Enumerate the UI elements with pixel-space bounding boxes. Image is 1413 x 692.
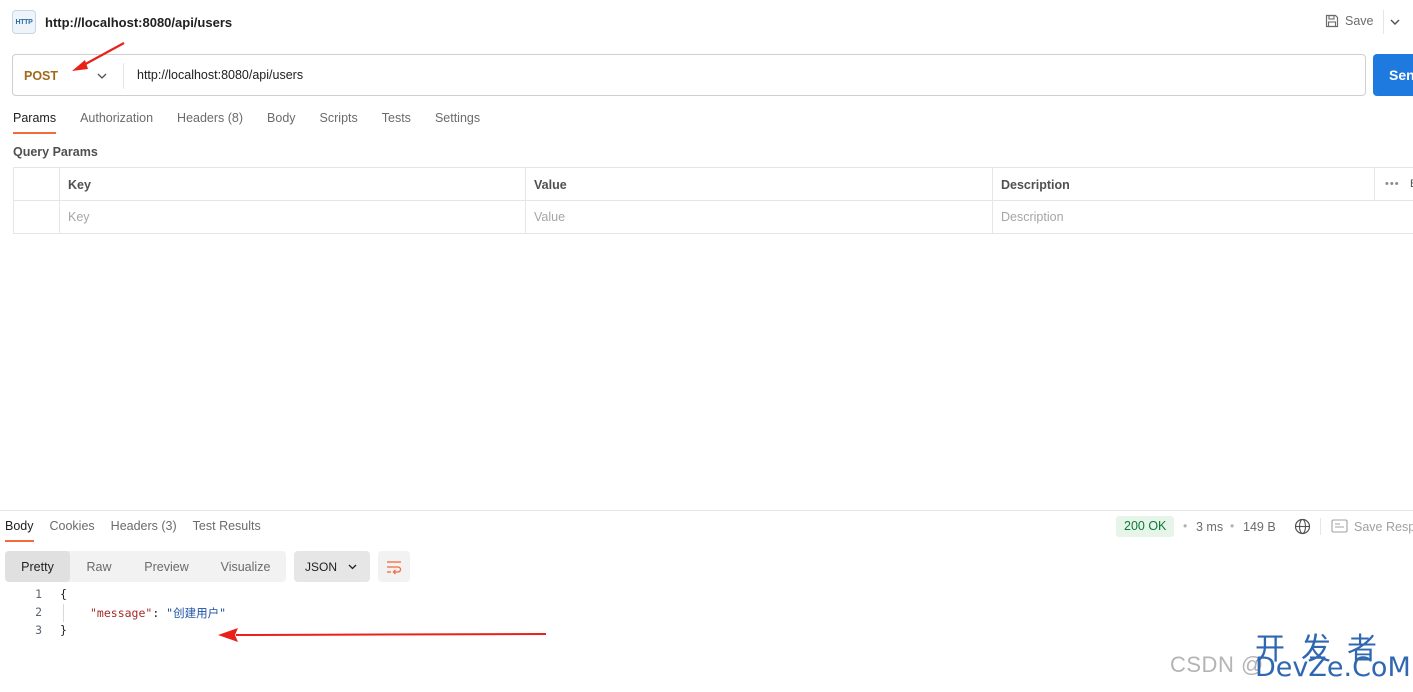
watermark-brand-en: DevZe.CoM (1255, 652, 1411, 683)
save-response-button[interactable]: Save Resp (1354, 520, 1413, 534)
tab-scripts[interactable]: Scripts (320, 111, 358, 133)
column-header-value: Value (526, 168, 993, 201)
send-button[interactable]: Sen (1373, 54, 1413, 96)
view-raw-button[interactable]: Raw (70, 551, 128, 582)
code-text: { (60, 587, 67, 601)
format-label: JSON (305, 560, 338, 574)
globe-icon[interactable] (1294, 518, 1311, 535)
json-colon: : (152, 606, 167, 620)
code-text: "message": "创建用户" (90, 605, 226, 621)
view-preview-button[interactable]: Preview (128, 551, 205, 582)
code-line: 1 { (0, 587, 600, 605)
save-button[interactable]: Save (1324, 13, 1374, 29)
code-line: 3 } (0, 623, 600, 641)
column-header-description: Description (993, 168, 1375, 201)
pane-divider[interactable] (0, 510, 1413, 511)
request-tabs: Params Authorization Headers (8) Body Sc… (13, 111, 504, 134)
view-mode-segmented-control: Pretty Raw Preview Visualize (5, 551, 286, 582)
status-badge[interactable]: 200 OK (1116, 516, 1175, 537)
tab-tests[interactable]: Tests (382, 111, 411, 133)
tab-response-body[interactable]: Body (5, 519, 34, 542)
indent-guide (63, 604, 64, 622)
save-label: Save (1345, 14, 1374, 28)
line-number: 2 (35, 605, 42, 619)
row-checkbox[interactable] (14, 201, 60, 234)
tab-authorization[interactable]: Authorization (80, 111, 153, 133)
http-request-icon: HTTP (12, 10, 36, 34)
tab-test-results[interactable]: Test Results (193, 519, 261, 533)
save-icon (1325, 14, 1339, 28)
code-line: 2 "message": "创建用户" (0, 605, 600, 623)
query-params-title: Query Params (13, 145, 98, 159)
divider (1320, 518, 1321, 535)
format-select[interactable]: JSON (294, 551, 370, 582)
tab-headers[interactable]: Headers (8) (177, 111, 243, 133)
tab-cookies[interactable]: Cookies (50, 519, 95, 533)
more-options-icon[interactable]: ••• (1385, 178, 1400, 190)
json-key: "message" (90, 606, 153, 620)
watermark-csdn: CSDN @ (1170, 652, 1264, 677)
param-description-input[interactable]: Description (993, 201, 1413, 234)
url-bar: POST http://localhost:8080/api/users (12, 54, 1366, 96)
response-time[interactable]: 3 ms (1196, 520, 1223, 534)
divider (1383, 10, 1384, 34)
response-size[interactable]: 149 B (1243, 520, 1276, 534)
line-number: 3 (35, 623, 42, 637)
url-input[interactable]: http://localhost:8080/api/users (137, 68, 303, 82)
line-number: 1 (35, 587, 42, 601)
divider (123, 63, 124, 89)
separator-dot: • (1183, 519, 1188, 533)
table-header-row: Key Value Description ••• B (14, 168, 1413, 201)
chevron-down-icon[interactable] (96, 70, 108, 82)
code-text: } (60, 623, 67, 637)
chevron-down-icon[interactable] (1389, 16, 1401, 28)
chevron-down-icon (348, 564, 357, 570)
separator-dot: • (1230, 519, 1235, 533)
tab-body[interactable]: Body (267, 111, 296, 133)
request-title[interactable]: http://localhost:8080/api/users (45, 15, 232, 30)
tab-params[interactable]: Params (13, 111, 57, 134)
query-params-table: Key Value Description ••• B Key Value De… (13, 167, 1413, 234)
param-value-input[interactable]: Value (526, 201, 993, 234)
table-row: Key Value Description (14, 201, 1413, 234)
view-pretty-button[interactable]: Pretty (5, 551, 70, 582)
tab-settings[interactable]: Settings (435, 111, 480, 133)
wrap-lines-icon (387, 561, 402, 575)
response-tabs: Body Cookies Headers (3) Test Results (5, 519, 277, 542)
param-key-input[interactable]: Key (60, 201, 526, 234)
request-tab-header: HTTP http://localhost:8080/api/users Sav… (0, 0, 1413, 46)
json-string-value: "创建用户" (166, 606, 227, 620)
save-response-icon (1331, 519, 1348, 533)
view-visualize-button[interactable]: Visualize (205, 551, 286, 582)
column-header-key: Key (60, 168, 526, 201)
wrap-lines-button[interactable] (378, 551, 410, 582)
tab-response-headers[interactable]: Headers (3) (111, 519, 177, 533)
checkbox-column (14, 168, 60, 201)
method-select[interactable]: POST (24, 69, 58, 83)
